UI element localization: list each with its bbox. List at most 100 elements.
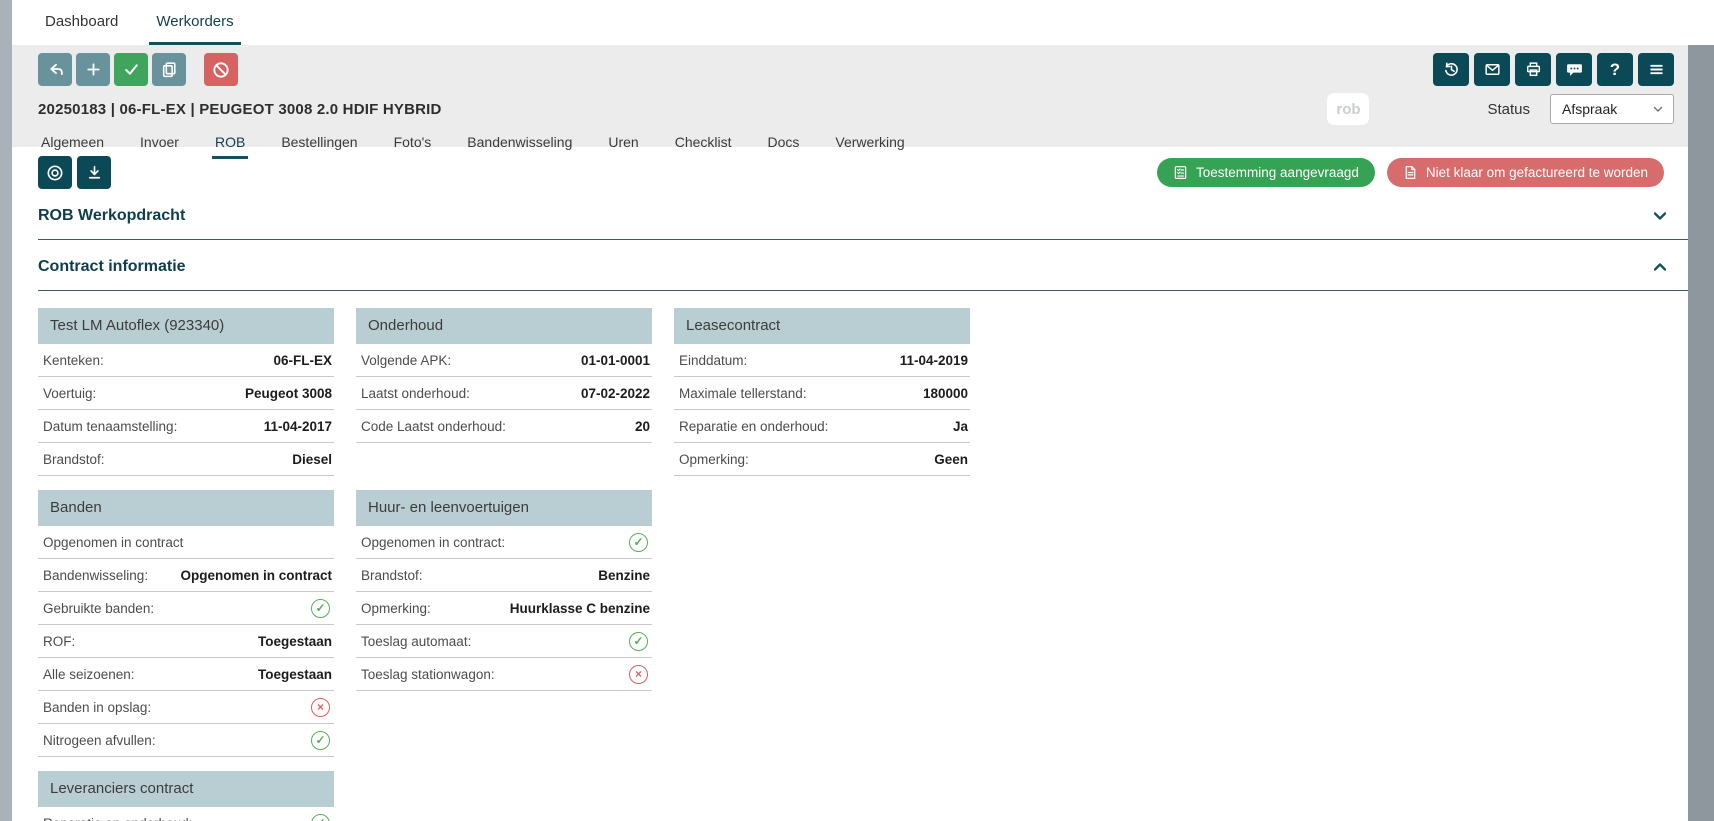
toestemming-badge[interactable]: Toestemming aangevraagd	[1157, 158, 1375, 187]
section-title: Contract informatie	[38, 258, 186, 276]
tab-rob[interactable]: ROB	[212, 134, 248, 159]
card-row: Reparatie en onderhoud: ✓	[38, 807, 334, 821]
row-value: 01-01-0001	[581, 353, 650, 368]
document-icon	[1403, 165, 1418, 180]
toolbar-right-buttons: ?	[1428, 53, 1674, 86]
row-label: Code Laatst onderhoud:	[361, 419, 506, 434]
check-circle-icon: ✓	[311, 599, 330, 618]
section-contract-informatie[interactable]: Contract informatie	[38, 240, 1688, 290]
card-row: Volgende APK:01-01-0001	[356, 344, 652, 377]
row-value: Toegestaan	[258, 634, 332, 649]
confirm-button[interactable]	[114, 53, 148, 86]
row-label: Reparatie en onderhoud:	[43, 816, 192, 821]
plus-icon	[84, 60, 103, 79]
row-label: Reparatie en onderhoud:	[679, 419, 828, 434]
row-label: Einddatum:	[679, 353, 747, 368]
contract-cards-grid: Test LM Autoflex (923340)Kenteken:06-FL-…	[38, 308, 1688, 821]
row-label: Datum tenaamstelling:	[43, 419, 177, 434]
copy-button[interactable]	[152, 53, 186, 86]
card-row: Toeslag automaat:✓	[356, 625, 652, 658]
row-label: Opgenomen in contract	[43, 535, 183, 550]
row-value: Opgenomen in contract	[180, 568, 332, 583]
cross-circle-icon: ×	[629, 665, 648, 684]
card-row: Bandenwisseling: Opgenomen in contract	[38, 559, 334, 592]
tab-dashboard[interactable]: Dashboard	[38, 0, 125, 45]
tab-invoer[interactable]: Invoer	[137, 134, 182, 159]
row-value: Benzine	[598, 568, 650, 583]
row-label: Opmerking:	[679, 452, 749, 467]
row-label: Toeslag stationwagon:	[361, 667, 495, 682]
row-value: 180000	[923, 386, 968, 401]
row-label: Nitrogeen afvullen:	[43, 733, 156, 748]
undo-icon	[46, 60, 65, 79]
card-header: Test LM Autoflex (923340)	[38, 308, 334, 344]
row-value: 20	[635, 419, 650, 434]
row-value: Geen	[934, 452, 968, 467]
tab-docs[interactable]: Docs	[765, 134, 803, 159]
print-button[interactable]	[1515, 53, 1551, 86]
view-button[interactable]	[38, 156, 72, 189]
help-button[interactable]: ?	[1597, 53, 1633, 86]
row-label: Laatst onderhoud:	[361, 386, 470, 401]
check-circle-icon: ✓	[311, 731, 330, 750]
card-row: Maximale tellerstand: 180000	[674, 377, 970, 410]
row-value: Ja	[953, 419, 968, 434]
chevron-up-icon[interactable]	[1650, 257, 1670, 277]
card-banden: BandenOpgenomen in contractBandenwisseli…	[38, 490, 334, 757]
chat-button[interactable]	[1556, 53, 1592, 86]
row-label: Toeslag automaat:	[361, 634, 471, 649]
row-value: Huurklasse C benzine	[510, 601, 650, 616]
chevron-down-icon	[1652, 103, 1664, 115]
card-row: Brandstof:Diesel	[38, 443, 334, 476]
card-leveranciers-contract: Leveranciers contractReparatie en onderh…	[38, 771, 334, 821]
tab-bestellingen[interactable]: Bestellingen	[278, 134, 360, 159]
card-huur-en-leenvoertuigen: Huur- en leenvoertuigenOpgenomen in cont…	[356, 490, 652, 691]
target-icon	[45, 163, 65, 183]
section-title: ROB Werkopdracht	[38, 207, 185, 225]
row-value: 07-02-2022	[581, 386, 650, 401]
card-row: Laatst onderhoud: 07-02-2022	[356, 377, 652, 410]
werkorder-page: Dashboard Werkorders	[0, 0, 1714, 821]
tab-foto-s[interactable]: Foto's	[391, 134, 435, 159]
status-select[interactable]: Afspraak	[1550, 94, 1674, 124]
back-button[interactable]	[38, 53, 72, 86]
menu-button[interactable]	[1638, 53, 1674, 86]
tab-werkorders[interactable]: Werkorders	[149, 0, 240, 45]
window-tab-bar: Dashboard Werkorders	[12, 0, 1688, 45]
row-label: Banden in opslag:	[43, 700, 151, 715]
history-button[interactable]	[1433, 53, 1469, 86]
card-header: Banden	[38, 490, 334, 526]
add-button[interactable]	[76, 53, 110, 86]
chevron-down-icon[interactable]	[1650, 206, 1670, 226]
content-action-bar: Toestemming aangevraagd Niet klaar om ge…	[38, 156, 1688, 189]
section-rob-werkopdracht[interactable]: ROB Werkopdracht	[38, 189, 1688, 239]
cross-circle-icon: ×	[311, 698, 330, 717]
tab-checklist[interactable]: Checklist	[672, 134, 735, 159]
cancel-button[interactable]	[204, 53, 238, 86]
toolbar: ? 20250183 | 06-FL-EX | PEUGEOT 3008 2.0…	[12, 45, 1688, 147]
check-circle-icon: ✓	[311, 814, 330, 821]
card-header: Huur- en leenvoertuigen	[356, 490, 652, 526]
card-row: Kenteken:06-FL-EX	[38, 344, 334, 377]
tab-verwerking[interactable]: Verwerking	[832, 134, 907, 159]
row-label: Bandenwisseling:	[43, 568, 148, 583]
main-area: Dashboard Werkorders	[12, 0, 1688, 821]
row-value: Peugeot 3008	[245, 386, 332, 401]
row-label: Maximale tellerstand:	[679, 386, 807, 401]
card-row: Toeslag stationwagon: ×	[356, 658, 652, 691]
title-row: 20250183 | 06-FL-EX | PEUGEOT 3008 2.0 H…	[38, 93, 1674, 125]
row-value: 11-04-2017	[264, 419, 332, 434]
card-row: Code Laatst onderhoud: 20	[356, 410, 652, 443]
tab-uren[interactable]: Uren	[605, 134, 641, 159]
workorder-title: 20250183 | 06-FL-EX | PEUGEOT 3008 2.0 H…	[38, 101, 442, 118]
download-button[interactable]	[77, 156, 111, 189]
card-leasecontract: Leasecontract Einddatum: 11-04-2019 Maximal…	[674, 308, 970, 476]
mail-button[interactable]	[1474, 53, 1510, 86]
niet-klaar-badge[interactable]: Niet klaar om gefactureerd te worden	[1387, 158, 1664, 187]
card-row: Alle seizoenen:Toegestaan	[38, 658, 334, 691]
card-header: Leasecontract	[674, 308, 970, 344]
tab-bandenwisseling[interactable]: Bandenwisseling	[464, 134, 575, 159]
scrollbar-track[interactable]	[1688, 45, 1714, 821]
question-icon: ?	[1610, 60, 1620, 80]
row-value: 11-04-2019	[900, 353, 968, 368]
